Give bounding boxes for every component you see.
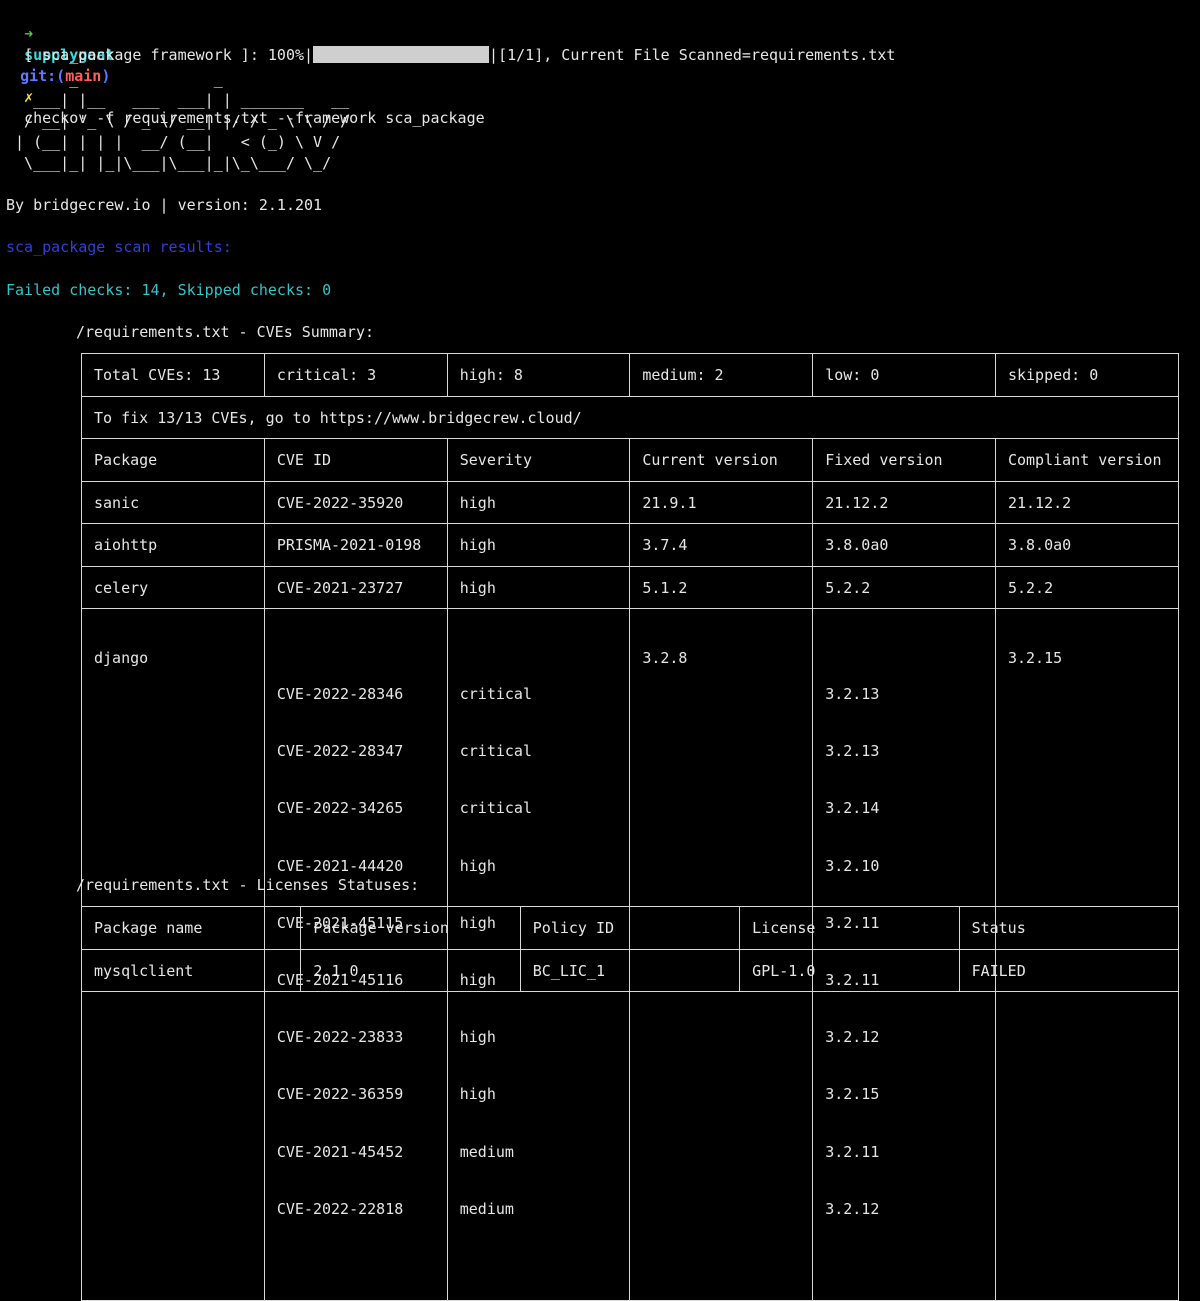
fixed-version: 3.2.13 [825, 742, 880, 761]
header-cve-id: CVE ID [263, 438, 448, 482]
header-fixed-version: Fixed version [812, 438, 996, 482]
severity: high [459, 856, 496, 875]
fixed-version-cell: 5.2.2 [812, 566, 996, 609]
checks-summary: Failed checks: 14, Skipped checks: 0 [6, 281, 332, 299]
scan-results-title: sca_package scan results: [6, 238, 232, 256]
header-current-version: Current version [629, 438, 814, 482]
cve-id: CVE-2022-36359 [276, 1085, 404, 1104]
cve-id: CVE-2022-22818 [276, 1199, 404, 1218]
header-package-version: Package version [300, 906, 521, 950]
fixed-version: 3.2.11 [825, 1142, 880, 1161]
cve-summary-table: Total CVEs: 13 critical: 3 high: 8 mediu… [81, 353, 1180, 1301]
header-package-name: Package name [80, 906, 302, 950]
summary-low: low: 0 [812, 353, 996, 397]
fixed-version-cell: 21.12.2 [812, 481, 996, 524]
current-version: 3.2.8 [642, 649, 688, 667]
cve-totals-row: Total CVEs: 13 critical: 3 high: 8 mediu… [81, 353, 1180, 397]
byline: By bridgecrew.io | version: 2.1.201 [6, 196, 323, 214]
license-status-table: Package name Package version Policy ID L… [80, 906, 1180, 992]
cve-header-row: Package CVE ID Severity Current version … [81, 438, 1180, 482]
summary-critical: critical: 3 [263, 353, 448, 397]
header-compliant-version: Compliant version [994, 438, 1180, 482]
severity: critical [459, 742, 532, 761]
compliant-version-cell: 21.12.2 [994, 481, 1180, 524]
package-cell: celery [81, 566, 265, 609]
fixed-version: 3.2.13 [825, 685, 880, 703]
fixed-version: 3.2.10 [825, 856, 880, 875]
fixed-version-cell: 3.8.0a0 [812, 523, 996, 567]
fixed-version: 3.2.14 [825, 799, 880, 818]
severity: high [459, 1085, 496, 1104]
current-version-cell: 5.1.2 [629, 566, 814, 609]
status-cell: FAILED [958, 949, 1180, 992]
table-row: mysqlclient 2.1.0 BC_LIC_1 GPL-1.0 FAILE… [80, 949, 1180, 992]
table-row: celery CVE-2021-23727 high 5.1.2 5.2.2 5… [81, 566, 1180, 609]
prompt-line: ➜ supplygoat git:(main) ✗ checkov -f req… [6, 3, 485, 127]
package-name-cell: mysqlclient [80, 949, 302, 992]
table-row: sanic CVE-2022-35920 high 21.9.1 21.12.2… [81, 481, 1180, 524]
package-cell: sanic [81, 481, 265, 524]
summary-skipped: skipped: 0 [994, 353, 1180, 397]
compliant-version-cell: 5.2.2 [994, 566, 1180, 609]
summary-medium: medium: 2 [629, 353, 814, 397]
cve-id-cell: PRISMA-2021-0198 [263, 523, 448, 567]
severity: critical [459, 799, 532, 818]
table-row: aiohttp PRISMA-2021-0198 high 3.7.4 3.8.… [81, 523, 1180, 567]
cve-id: CVE-2022-23833 [276, 1028, 404, 1047]
header-license: License [739, 906, 960, 950]
header-package: Package [81, 438, 265, 482]
cve-id-cell: CVE-2022-35920 [263, 481, 448, 524]
cve-id: CVE-2021-44420 [276, 856, 404, 875]
package-version-cell: 2.1.0 [300, 949, 521, 992]
header-severity: Severity [446, 438, 631, 482]
severity-cell: high [446, 523, 631, 567]
header-policy-id: Policy ID [519, 906, 741, 950]
fixed-version: 3.2.12 [825, 1028, 880, 1047]
compliant-version-cell: 3.8.0a0 [994, 523, 1180, 567]
severity-cell: high [446, 566, 631, 609]
summary-total: Total CVEs: 13 [81, 353, 265, 397]
license-cell: GPL-1.0 [739, 949, 960, 992]
package-cell: aiohttp [81, 523, 265, 567]
license-header-row: Package name Package version Policy ID L… [80, 906, 1180, 950]
severity: medium [459, 1199, 514, 1218]
header-status: Status [958, 906, 1180, 950]
cve-id-cell: CVE-2021-23727 [263, 566, 448, 609]
severity: medium [459, 1142, 514, 1161]
current-version-cell: 21.9.1 [629, 481, 814, 524]
cve-id: CVE-2022-34265 [276, 799, 404, 818]
summary-high: high: 8 [446, 353, 631, 397]
fixed-version: 3.2.12 [825, 1199, 880, 1218]
fix-note-row: To fix 13/13 CVEs, go to https://www.bri… [81, 396, 1179, 439]
policy-id-cell: BC_LIC_1 [519, 949, 741, 992]
compliant-version: 3.2.15 [1007, 649, 1063, 667]
fix-note: To fix 13/13 CVEs, go to https://www.bri… [81, 396, 1179, 439]
severity: high [459, 1028, 496, 1047]
cve-id: CVE-2021-45452 [276, 1142, 404, 1161]
cve-id: CVE-2022-28347 [276, 742, 404, 761]
progress-prefix: [ sca_package framework ]: 100%| [24, 46, 314, 64]
license-section-heading: /requirements.txt - Licenses Statuses: [76, 876, 420, 894]
progress-bar [313, 46, 490, 63]
progress-line: [ sca_package framework ]: 100%| |[1/1], … [6, 24, 895, 64]
fixed-version: 3.2.15 [825, 1085, 880, 1104]
package-name: django [94, 649, 149, 667]
cve-section-heading: /requirements.txt - CVEs Summary: [76, 323, 375, 341]
cve-id: CVE-2022-28346 [276, 685, 404, 703]
severity: critical [459, 685, 532, 703]
checkov-ascii-logo: _ _ ___| |__ ___ ___| | _______ __ / __|… [15, 70, 350, 172]
severity-cell: high [446, 481, 631, 524]
current-version-cell: 3.7.4 [629, 523, 814, 567]
progress-suffix: |[1/1], Current File Scanned=requirement… [489, 46, 896, 64]
